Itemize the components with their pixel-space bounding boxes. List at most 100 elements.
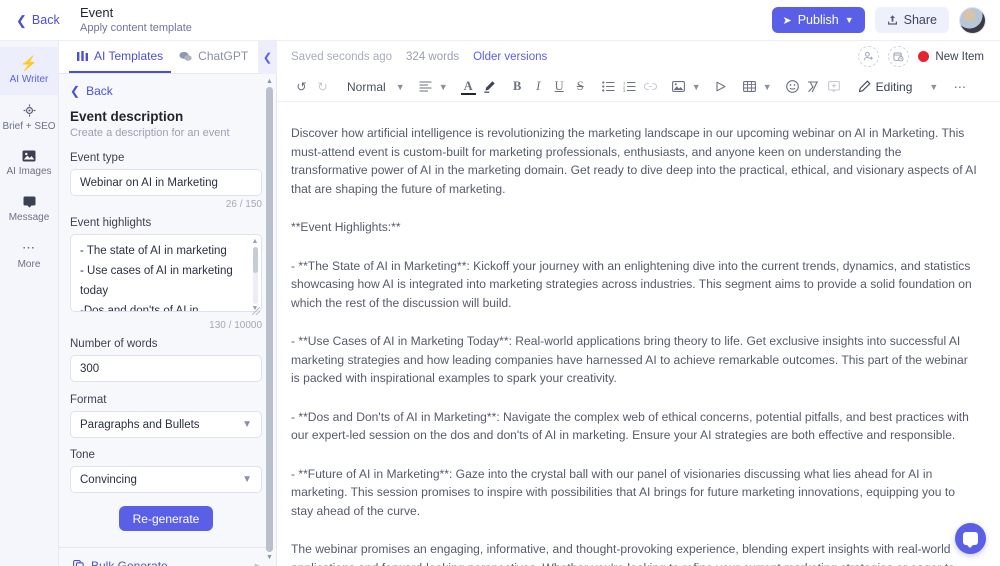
rail-item-label: More <box>17 259 41 270</box>
word-count: 324 words <box>406 50 460 63</box>
bulk-generate-button[interactable]: Bulk Generate ► <box>70 548 262 566</box>
number-of-words-input[interactable] <box>70 355 262 382</box>
underline-icon[interactable]: U <box>549 76 570 97</box>
rail-item-label: AI Images <box>6 166 52 177</box>
regenerate-button[interactable]: Re-generate <box>118 506 214 531</box>
rail-item-brief-seo[interactable]: Brief + SEO <box>0 95 58 142</box>
avatar[interactable] <box>959 6 986 34</box>
rail-item-ai-images[interactable]: AI Images <box>0 141 58 187</box>
highlighter-icon[interactable] <box>479 76 500 97</box>
tone-value: Convincing <box>80 473 137 486</box>
scroll-up-icon[interactable]: ▲ <box>251 238 259 246</box>
chevron-down-icon: ▼ <box>844 15 854 25</box>
undo-icon[interactable]: ↺ <box>291 76 312 97</box>
paragraph-style-select[interactable]: Normal <box>340 76 393 97</box>
document-title-group: Event Apply content template <box>80 6 192 34</box>
clear-format-icon[interactable] <box>803 76 824 97</box>
editing-mode-label: Editing <box>875 79 913 94</box>
textarea-resize-handle[interactable] <box>252 307 260 315</box>
share-button[interactable]: Share <box>874 7 949 33</box>
emoji-icon[interactable] <box>782 76 803 97</box>
chevron-down-icon[interactable]: ▼ <box>760 76 775 97</box>
scroll-down-icon[interactable]: ▼ <box>265 553 274 562</box>
apply-content-template-link[interactable]: Apply content template <box>80 22 192 34</box>
image-icon[interactable] <box>668 76 689 97</box>
rail-item-label: Brief + SEO <box>2 120 56 132</box>
share-button-label: Share <box>903 13 937 27</box>
table-icon[interactable] <box>739 76 760 97</box>
scrollbar-thumb[interactable] <box>253 247 258 273</box>
rail-item-more[interactable]: ⋯ More <box>0 232 58 280</box>
rail-item-label: AI Writer <box>9 74 49 85</box>
event-highlights-textarea[interactable]: - The state of AI in marketing - Use cas… <box>70 234 262 312</box>
panel-back-button[interactable]: ❮ Back <box>70 84 262 98</box>
document-paragraph: Discover how artificial intelligence is … <box>291 126 977 196</box>
collapse-panel-button[interactable]: ❮ <box>258 41 277 74</box>
rail-item-message[interactable]: Message <box>0 187 58 233</box>
back-button[interactable]: ❮ Back <box>10 9 72 31</box>
event-highlights-wrapper: - The state of AI in marketing - Use cas… <box>70 234 262 317</box>
app-root: ❮ Back Event Apply content template ➤ Pu… <box>0 0 1000 566</box>
chat-support-button[interactable] <box>955 523 986 554</box>
format-select[interactable]: Paragraphs and Bullets ▼ <box>70 411 262 438</box>
panel-tabs: AI Templates ChatGPT <box>59 41 276 74</box>
event-highlights-label: Event highlights <box>70 217 152 229</box>
chevron-down-icon: ▼ <box>242 474 252 485</box>
status-badge[interactable]: New Item <box>918 51 984 63</box>
tab-ai-templates[interactable]: AI Templates <box>69 41 172 73</box>
chevron-down-icon[interactable]: ▼ <box>926 76 941 97</box>
event-type-input[interactable] <box>70 169 262 196</box>
editing-mode-select[interactable]: Editing <box>852 80 919 94</box>
rail-item-label: Message <box>8 211 50 223</box>
bolt-icon: ⚡ <box>20 55 38 71</box>
chevron-down-icon[interactable]: ▼ <box>689 76 704 97</box>
number-of-words-label: Number of words <box>70 338 158 350</box>
pencil-icon <box>858 80 871 93</box>
text-color-icon[interactable]: A <box>458 76 479 97</box>
chevron-down-icon[interactable]: ▼ <box>393 76 408 97</box>
scroll-up-icon[interactable]: ▲ <box>265 77 274 86</box>
chevron-left-icon: ❮ <box>70 84 81 98</box>
format-label: Format <box>70 394 107 406</box>
chevron-down-icon[interactable]: ▼ <box>436 76 451 97</box>
italic-icon[interactable]: I <box>528 76 549 97</box>
ellipsis-icon: ⋯ <box>22 240 36 255</box>
tab-label: ChatGPT <box>198 49 249 63</box>
link-icon[interactable] <box>640 76 661 97</box>
panel-scrollbar[interactable]: ▲ ▼ <box>265 77 274 562</box>
document-paragraph: - **Dos and Don'ts of AI in Marketing**:… <box>291 409 969 443</box>
editor-pane: Saved seconds ago 324 words Older versio… <box>277 41 1000 566</box>
copy-icon <box>73 560 84 566</box>
document-paragraph: - **Use Cases of AI in Marketing Today**… <box>291 334 968 385</box>
more-options-icon[interactable]: ⋯ <box>949 76 970 97</box>
numbered-list-icon[interactable]: 123 <box>619 76 640 97</box>
tab-label: AI Templates <box>94 49 164 63</box>
video-icon[interactable] <box>711 76 732 97</box>
tone-select[interactable]: Convincing ▼ <box>70 466 262 493</box>
comment-icon[interactable] <box>824 76 845 97</box>
chevron-right-icon: ► <box>253 561 262 566</box>
older-versions-link[interactable]: Older versions <box>473 51 547 63</box>
schedule-button[interactable] <box>888 46 910 67</box>
document-content[interactable]: Discover how artificial intelligence is … <box>291 124 978 566</box>
event-highlights-counter: 130 / 10000 <box>209 320 262 331</box>
textarea-scrollbar[interactable]: ▲ ▼ <box>251 238 259 313</box>
redo-icon[interactable]: ↻ <box>312 76 333 97</box>
bold-icon[interactable]: B <box>507 76 528 97</box>
panel-scrollbar-thumb[interactable] <box>266 87 273 552</box>
panel-content: ❮ Back Event description Create a descri… <box>59 74 276 566</box>
tab-chatgpt[interactable]: ChatGPT <box>171 41 256 73</box>
back-button-label: Back <box>31 13 60 27</box>
panel-back-label: Back <box>86 84 113 98</box>
publish-button[interactable]: ➤ Publish ▼ <box>771 7 865 33</box>
panel-scroll-area: ❮ Back Event description Create a descri… <box>59 74 276 566</box>
strikethrough-icon[interactable]: S <box>570 76 591 97</box>
add-collaborator-button[interactable] <box>858 46 880 67</box>
target-icon <box>2 104 56 117</box>
rail-item-ai-writer[interactable]: ⚡ AI Writer <box>0 47 58 95</box>
chat-bubbles-icon <box>179 51 192 62</box>
bullet-list-icon[interactable] <box>598 76 619 97</box>
event-type-counter: 26 / 150 <box>225 199 262 210</box>
align-icon[interactable] <box>415 76 436 97</box>
publish-button-label: Publish <box>797 13 839 27</box>
